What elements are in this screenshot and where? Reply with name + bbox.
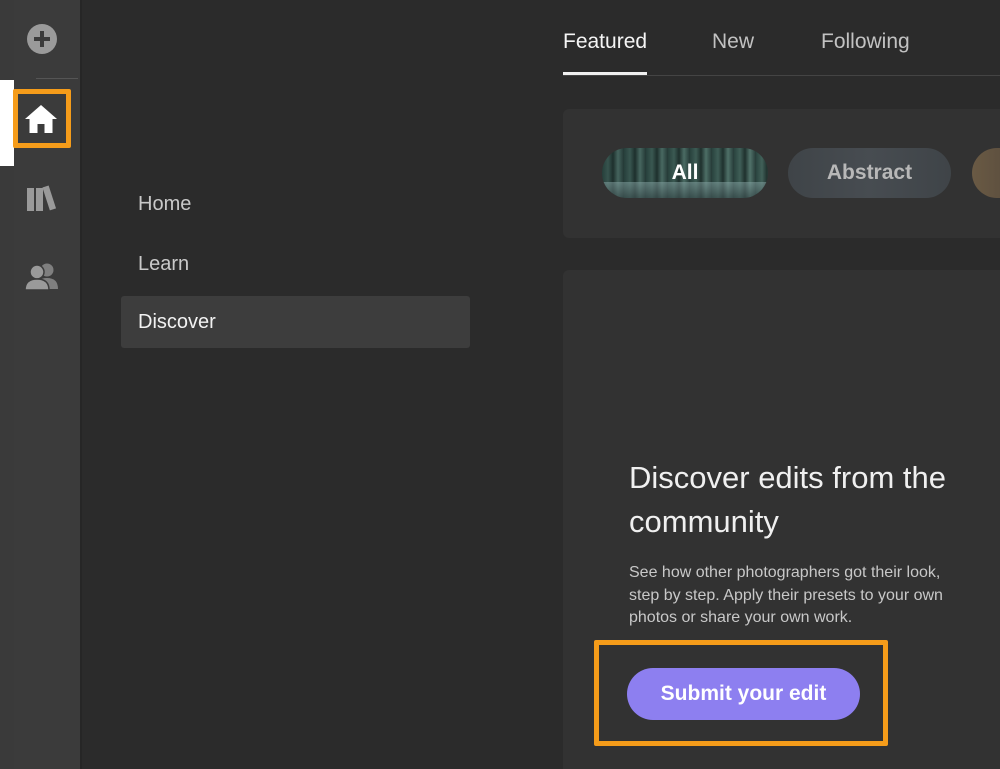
library-icon (26, 184, 58, 212)
filter-chip-label: All (671, 161, 699, 184)
promo-title: Discover edits from the community (629, 460, 946, 539)
nav-item-label: Home (138, 192, 192, 215)
nav-item-discover[interactable]: Discover (121, 296, 470, 348)
tab-featured[interactable]: Featured (563, 30, 647, 54)
nav-item-label: Discover (138, 310, 216, 333)
community-button[interactable] (23, 259, 61, 293)
nav-item-learn[interactable]: Learn (121, 238, 470, 290)
filter-chip-all[interactable]: All (602, 148, 768, 198)
nav-item-label: Learn (138, 252, 190, 275)
home-highlight-box (13, 89, 71, 148)
submit-edit-button[interactable]: Submit your edit (627, 668, 860, 720)
filter-chip-label: Abstract (826, 161, 913, 184)
nav-item-home[interactable]: Home (121, 178, 470, 230)
category-filter-bar: All Abstract (563, 109, 1000, 238)
add-icon (26, 23, 58, 55)
app-window: Home Learn Discover Featured New Followi… (0, 0, 1000, 769)
promo-description: See how other photographers got their lo… (629, 564, 943, 626)
filter-chip-abstract[interactable]: Abstract (788, 148, 951, 198)
window-edge-highlight (0, 80, 14, 166)
people-icon (25, 261, 59, 291)
rail-divider (36, 78, 78, 79)
feed-tabs: Featured New Following (563, 0, 1000, 76)
filter-chip-next[interactable] (972, 148, 1000, 198)
active-tab-underline (563, 72, 647, 75)
tab-new[interactable]: New (712, 30, 754, 54)
add-button[interactable] (25, 22, 59, 56)
library-button[interactable] (23, 181, 61, 215)
tab-following[interactable]: Following (821, 30, 910, 54)
